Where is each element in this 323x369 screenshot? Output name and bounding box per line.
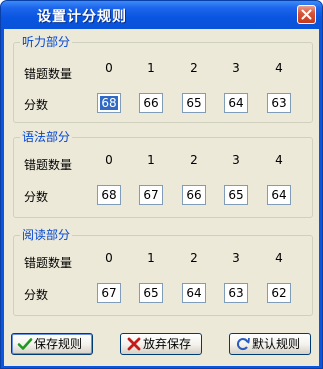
x-icon bbox=[127, 337, 141, 351]
column-header: 3 bbox=[232, 153, 240, 167]
score-input-0[interactable]: 68 bbox=[97, 185, 121, 205]
column-header: 1 bbox=[147, 61, 155, 75]
column-header: 0 bbox=[105, 251, 113, 265]
close-icon bbox=[301, 9, 312, 20]
score-input-3[interactable]: 65 bbox=[224, 185, 248, 205]
title-bar[interactable]: 设置计分规则 bbox=[1, 1, 322, 29]
column-header: 4 bbox=[275, 153, 283, 167]
score-input-1[interactable]: 65 bbox=[139, 283, 163, 303]
dialog-window: 设置计分规则 听力部分 错题数量 0 1 2 3 4 分数 68 66 65 6… bbox=[0, 0, 323, 369]
score-input-2[interactable]: 64 bbox=[182, 283, 206, 303]
score-input-0[interactable]: 68 bbox=[97, 93, 121, 113]
section-grammar: 语法部分 错题数量 0 1 2 3 4 分数 68 67 66 65 64 bbox=[13, 130, 313, 218]
save-rules-label: 保存规则 bbox=[34, 337, 83, 351]
score-input-3[interactable]: 63 bbox=[224, 283, 248, 303]
score-input-0[interactable]: 67 bbox=[97, 283, 121, 303]
column-header: 2 bbox=[190, 251, 198, 265]
window-title: 设置计分规则 bbox=[37, 9, 127, 25]
column-header: 3 bbox=[232, 61, 240, 75]
discard-button[interactable]: 放弃保存 bbox=[120, 333, 202, 355]
score-input-3[interactable]: 64 bbox=[224, 93, 248, 113]
wrong-count-label: 错题数量 bbox=[24, 158, 73, 172]
default-rules-label: 默认规则 bbox=[252, 337, 301, 351]
score-input-1[interactable]: 66 bbox=[139, 93, 163, 113]
close-button[interactable] bbox=[297, 5, 316, 24]
column-header: 0 bbox=[105, 153, 113, 167]
score-input-2[interactable]: 65 bbox=[182, 93, 206, 113]
column-header: 4 bbox=[275, 251, 283, 265]
score-value: 68 bbox=[100, 96, 118, 110]
score-label: 分数 bbox=[24, 190, 49, 204]
save-rules-button[interactable]: 保存规则 bbox=[11, 333, 93, 355]
checkmark-icon bbox=[17, 338, 33, 350]
dialog-body: 听力部分 错题数量 0 1 2 3 4 分数 68 66 65 64 63 语法… bbox=[4, 29, 319, 366]
score-input-1[interactable]: 67 bbox=[139, 185, 163, 205]
score-input-2[interactable]: 66 bbox=[182, 185, 206, 205]
column-header: 2 bbox=[190, 61, 198, 75]
discard-label: 放弃保存 bbox=[143, 337, 192, 351]
score-input-4[interactable]: 62 bbox=[267, 283, 291, 303]
column-header: 1 bbox=[147, 153, 155, 167]
section-title: 语法部分 bbox=[20, 130, 73, 144]
refresh-icon bbox=[236, 337, 250, 351]
section-reading: 阅读部分 错题数量 0 1 2 3 4 分数 67 65 64 63 62 bbox=[13, 228, 313, 316]
wrong-count-label: 错题数量 bbox=[24, 67, 73, 81]
column-header: 4 bbox=[275, 61, 283, 75]
section-listening: 听力部分 错题数量 0 1 2 3 4 分数 68 66 65 64 63 bbox=[13, 35, 313, 123]
score-label: 分数 bbox=[24, 98, 49, 112]
score-label: 分数 bbox=[24, 288, 49, 302]
score-input-4[interactable]: 63 bbox=[267, 93, 291, 113]
default-rules-button[interactable]: 默认规则 bbox=[229, 333, 311, 355]
score-input-4[interactable]: 64 bbox=[267, 185, 291, 205]
column-header: 1 bbox=[147, 251, 155, 265]
column-header: 2 bbox=[190, 153, 198, 167]
wrong-count-label: 错题数量 bbox=[24, 256, 73, 270]
column-header: 3 bbox=[232, 251, 240, 265]
column-header: 0 bbox=[105, 61, 113, 75]
section-title: 阅读部分 bbox=[20, 228, 73, 242]
section-title: 听力部分 bbox=[20, 35, 73, 49]
